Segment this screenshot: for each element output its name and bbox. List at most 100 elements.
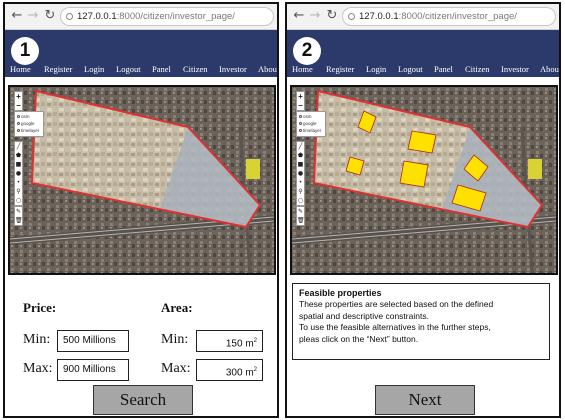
map-view[interactable]: + − osm google timelayer ╱ ⬟ ■ ● • ⚲ ○ ✎… <box>290 85 558 275</box>
layer-label-timelayer: timelayer <box>21 128 40 133</box>
nav-panel[interactable]: Panel <box>434 64 453 74</box>
radio-icon <box>17 122 20 125</box>
nav-home[interactable]: Home <box>10 64 31 74</box>
nav-investor[interactable]: Investor <box>219 64 247 74</box>
zoom-out-icon[interactable]: − <box>297 101 304 110</box>
draw-circle-icon[interactable]: ● <box>15 169 22 178</box>
map-view[interactable]: + − osm google timelayer ╱ ⬟ ■ ● • ⚲ ○ ✎… <box>8 85 276 275</box>
nav-menu: Home Register Login Logout Panel Citizen… <box>287 64 559 76</box>
browser-toolbar: ← → ↻ 127.0.0.1:8000/citizen/investor_pa… <box>287 4 559 30</box>
step-badge: 2 <box>293 37 321 65</box>
back-arrow-icon[interactable]: ← <box>291 8 307 24</box>
price-max-input[interactable]: 900 Millions <box>57 359 129 381</box>
forward-arrow-icon[interactable]: → <box>25 8 41 24</box>
radio-icon <box>299 115 302 118</box>
draw-marker-icon[interactable]: ⚲ <box>15 187 22 196</box>
radio-icon <box>299 129 302 132</box>
draw-circlemarker-icon[interactable]: • <box>15 178 22 187</box>
layer-option-google[interactable]: google <box>299 120 323 127</box>
layer-option-osm[interactable]: osm <box>299 113 323 120</box>
radio-icon <box>17 115 20 118</box>
area-max-value: 300 m <box>225 367 254 379</box>
area-min-label: Min: <box>161 332 189 347</box>
app-header: 1 Home Register Login Logout Panel Citiz… <box>5 30 277 77</box>
search-button[interactable]: Search <box>93 385 193 415</box>
layer-option-google[interactable]: google <box>17 120 41 127</box>
nav-citizen[interactable]: Citizen <box>465 64 490 74</box>
delete-layers-icon[interactable]: 🗑 <box>297 216 305 225</box>
zoom-out-icon[interactable]: − <box>15 101 22 110</box>
layer-label-osm: osm <box>303 114 312 119</box>
info-line: spatial and descriptive constraints. <box>299 310 429 321</box>
layer-label-google: google <box>21 121 35 126</box>
layer-label-osm: osm <box>21 114 30 119</box>
nav-about[interactable]: About <box>258 64 277 74</box>
zoom-in-icon[interactable]: + <box>297 92 304 101</box>
layer-label-google: google <box>303 121 317 126</box>
layer-option-osm[interactable]: osm <box>17 113 41 120</box>
next-button[interactable]: Next <box>375 385 475 415</box>
browser-toolbar: ← → ↻ 127.0.0.1:8000/citizen/investor_pa… <box>5 4 277 30</box>
nav-menu: Home Register Login Logout Panel Citizen… <box>5 64 277 76</box>
nav-about[interactable]: About <box>540 64 559 74</box>
draw-rectangle-icon[interactable]: ■ <box>297 160 304 169</box>
area-min-input[interactable]: 150 m2 <box>196 330 263 352</box>
draw-toolbar: ╱ ⬟ ■ ● • ⚲ ○ <box>296 141 305 206</box>
zoom-in-icon[interactable]: + <box>15 92 22 101</box>
nav-logout[interactable]: Logout <box>116 64 141 74</box>
nav-register[interactable]: Register <box>326 64 354 74</box>
nav-login[interactable]: Login <box>84 64 104 74</box>
info-icon[interactable] <box>348 13 355 20</box>
reload-icon[interactable]: ↻ <box>42 8 58 24</box>
price-label: Price: <box>23 300 57 315</box>
radio-icon <box>299 122 302 125</box>
url-path: :8000/citizen/investor_page/ <box>116 11 235 22</box>
draw-rectangle-icon[interactable]: ■ <box>15 160 22 169</box>
area-unit-superscript: 2 <box>253 338 257 344</box>
nav-home[interactable]: Home <box>292 64 313 74</box>
step-2-panel: ← → ↻ 127.0.0.1:8000/citizen/investor_pa… <box>285 2 561 418</box>
info-icon[interactable] <box>66 13 73 20</box>
draw-polygon-icon[interactable]: ⬟ <box>15 151 22 160</box>
edit-layers-icon[interactable]: ✎ <box>297 207 304 216</box>
nav-panel[interactable]: Panel <box>152 64 171 74</box>
info-title: Feasible properties <box>299 288 382 298</box>
satellite-map[interactable] <box>10 87 274 273</box>
step-1-panel: ← → ↻ 127.0.0.1:8000/citizen/investor_pa… <box>3 2 279 418</box>
url-bar[interactable]: 127.0.0.1:8000/citizen/investor_page/ <box>342 7 556 26</box>
nav-register[interactable]: Register <box>44 64 72 74</box>
back-arrow-icon[interactable]: ← <box>9 8 25 24</box>
url-bar[interactable]: 127.0.0.1:8000/citizen/investor_page/ <box>60 7 274 26</box>
draw-polygon-icon[interactable]: ⬟ <box>297 151 304 160</box>
draw-cut-icon[interactable]: ○ <box>297 196 304 205</box>
url-path: :8000/citizen/investor_page/ <box>398 11 517 22</box>
satellite-map[interactable] <box>292 87 556 273</box>
draw-polyline-icon[interactable]: ╱ <box>15 142 22 151</box>
area-min-value: 150 m <box>225 338 254 350</box>
layer-option-timelayer[interactable]: timelayer <box>17 127 41 134</box>
reload-icon[interactable]: ↻ <box>324 8 340 24</box>
nav-investor[interactable]: Investor <box>501 64 529 74</box>
layer-option-timelayer[interactable]: timelayer <box>299 127 323 134</box>
area-max-input[interactable]: 300 m2 <box>196 359 263 381</box>
nav-citizen[interactable]: Citizen <box>183 64 208 74</box>
price-min-input[interactable]: 500 Millions <box>57 330 129 352</box>
price-min-label: Min: <box>23 332 51 347</box>
draw-polyline-icon[interactable]: ╱ <box>297 142 304 151</box>
draw-circle-icon[interactable]: ● <box>297 169 304 178</box>
draw-marker-icon[interactable]: ⚲ <box>297 187 304 196</box>
delete-layers-icon[interactable]: 🗑 <box>15 216 23 225</box>
edit-toolbar: ✎ 🗑 <box>14 206 23 226</box>
nav-logout[interactable]: Logout <box>398 64 423 74</box>
draw-cut-icon[interactable]: ○ <box>15 196 22 205</box>
url-host: 127.0.0.1 <box>359 11 399 22</box>
nav-login[interactable]: Login <box>366 64 386 74</box>
draw-circlemarker-icon[interactable]: • <box>297 178 304 187</box>
edit-layers-icon[interactable]: ✎ <box>15 207 22 216</box>
forward-arrow-icon[interactable]: → <box>307 8 323 24</box>
zoom-control: + − <box>296 91 305 111</box>
step-badge: 1 <box>11 37 39 65</box>
layer-switcher: osm google timelayer <box>14 111 44 137</box>
area-unit-superscript: 2 <box>253 367 257 373</box>
radio-icon <box>17 129 20 132</box>
